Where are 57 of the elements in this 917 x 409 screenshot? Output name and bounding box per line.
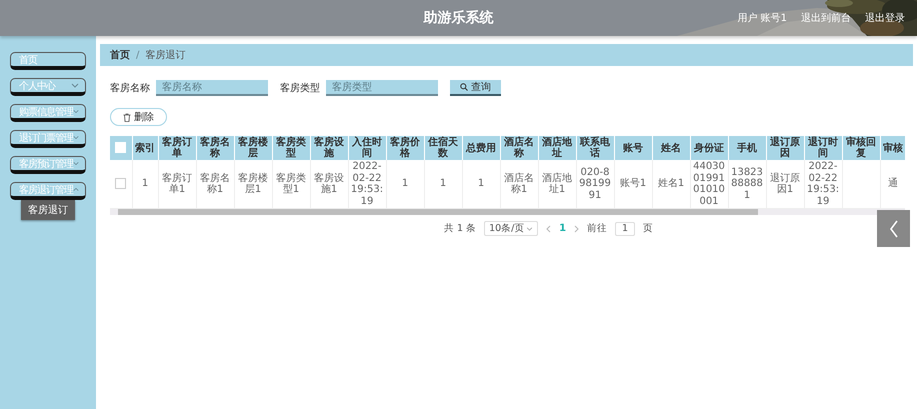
column-header: 客房订单 — [158, 136, 196, 160]
submenu-item[interactable]: 客房退订 — [21, 200, 75, 220]
breadcrumb-item[interactable]: 首页 — [110, 48, 130, 62]
menu-item[interactable]: 客房退订管理 — [10, 182, 86, 200]
select-all-checkbox[interactable] — [115, 142, 126, 154]
column-header: 审核回复 — [842, 136, 880, 160]
menu-item[interactable]: 个人中心 — [10, 78, 86, 96]
column-header: 入住时间 — [348, 136, 386, 160]
column-header: 退订时间 — [804, 136, 842, 160]
menu-item[interactable]: 首页 — [10, 52, 86, 70]
column-header: 酒店名称 — [500, 136, 538, 160]
column-header: 客房楼层 — [234, 136, 272, 160]
breadcrumb-item: 客房退订 — [145, 48, 186, 62]
breadcrumb-separator: / — [136, 50, 140, 60]
search-field[interactable]: 客房类型 — [326, 80, 438, 96]
menu-item[interactable]: 退订门票管理 — [10, 130, 86, 148]
goto-page-field[interactable]: 1 — [615, 222, 636, 236]
column-header: 审核 — [880, 136, 905, 160]
column-header: 客房价格 — [386, 136, 424, 160]
menu-item[interactable]: 客房预订管理 — [10, 156, 86, 174]
column-header: 住宿天数 — [424, 136, 462, 160]
column-header: 总费用 — [462, 136, 500, 160]
column-header: 客房名称 — [196, 136, 234, 160]
column-header: 姓名 — [652, 136, 690, 160]
user-label: 用户 账号1 — [737, 12, 787, 25]
column-header: 客房类型 — [272, 136, 310, 160]
column-header: 账号 — [614, 136, 652, 160]
search-button[interactable]: 查询 — [450, 80, 501, 96]
page-number[interactable]: 1 — [559, 223, 566, 234]
page-size-select[interactable]: 10条/页 — [484, 221, 538, 236]
goto-label: 前往 — [587, 222, 608, 235]
field-label: 客房名称 — [110, 82, 150, 95]
chevron-left-icon — [888, 220, 898, 238]
search-icon — [460, 83, 468, 91]
next-page-icon[interactable] — [574, 224, 580, 232]
page-suffix: 页 — [643, 222, 654, 235]
column-header: 客房设施 — [310, 136, 348, 160]
header-link[interactable]: 退出登录 — [865, 11, 905, 25]
menu-item[interactable]: 购票信息管理 — [10, 104, 86, 122]
previous-page-icon[interactable] — [546, 224, 552, 232]
row-checkbox[interactable] — [115, 178, 126, 190]
collapse-button[interactable] — [877, 210, 910, 247]
trash-icon — [123, 112, 131, 122]
field-label: 客房类型 — [280, 82, 320, 95]
total-count: 共 1 条 — [444, 222, 476, 235]
chevron-down-icon — [526, 226, 534, 230]
column-header: 退订原因 — [766, 136, 804, 160]
column-header: 索引 — [132, 136, 158, 160]
column-header: 身份证 — [690, 136, 728, 160]
app-title: 助游乐系统 — [424, 9, 494, 27]
header-link[interactable]: 退出到前台 — [801, 11, 851, 25]
column-header: 联系电话 — [576, 136, 614, 160]
scrollbar[interactable] — [110, 209, 905, 215]
column-header: 酒店地址 — [538, 136, 576, 160]
column-header: 手机 — [728, 136, 766, 160]
search-field[interactable]: 客房名称 — [156, 80, 268, 96]
delete-button[interactable]: 删除 — [110, 108, 167, 126]
